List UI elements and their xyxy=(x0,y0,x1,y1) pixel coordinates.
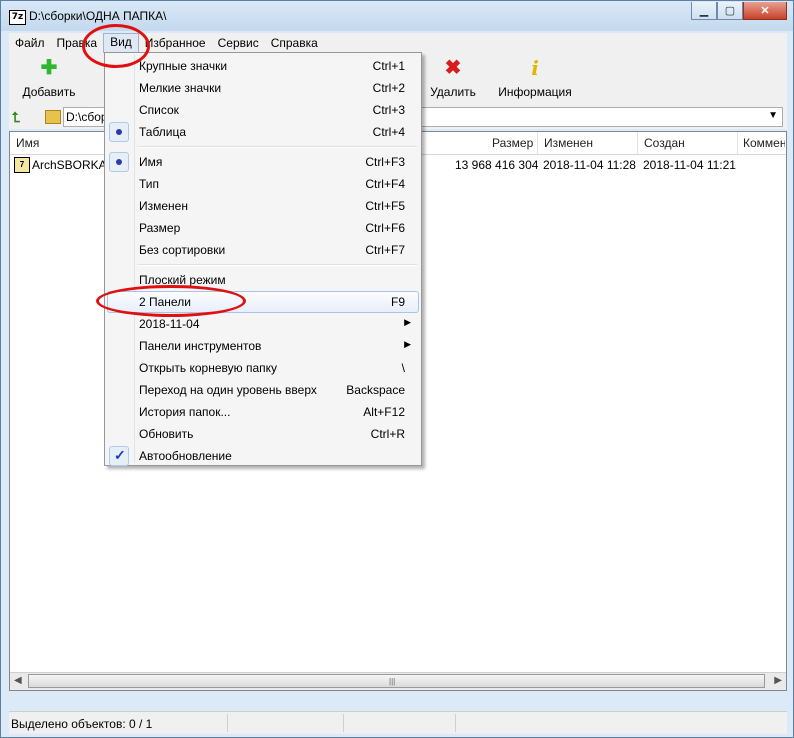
column-created[interactable]: Создан xyxy=(644,136,685,150)
submenu-arrow-icon: ▶ xyxy=(404,339,411,349)
menu-item-large-icons[interactable]: Крупные значки Ctrl+1 xyxy=(107,55,419,77)
add-label: Добавить xyxy=(22,85,76,99)
folder-icon xyxy=(45,110,61,124)
status-bar: Выделено объектов: 0 / 1 xyxy=(9,711,787,734)
window-title: D:\сборки\ОДНА ПАПКА\ xyxy=(29,9,167,23)
scroll-right-icon[interactable]: ▶ xyxy=(774,675,782,686)
grip-icon: ||| xyxy=(389,677,396,686)
checkmark-icon: ✓ xyxy=(109,446,129,466)
radio-selected-icon xyxy=(109,152,129,172)
maximize-button[interactable]: ▢ xyxy=(717,2,743,20)
info-label: Информация xyxy=(498,85,572,99)
app-7z-icon: 7z xyxy=(9,10,26,25)
close-button[interactable]: ✕ xyxy=(743,2,787,20)
highlight-ellipse-2-panels xyxy=(96,285,246,317)
info-icon: i xyxy=(531,56,539,80)
menu-item-up-one-level[interactable]: Переход на один уровень вверх Backspace xyxy=(107,379,419,401)
highlight-ellipse-view-menu xyxy=(82,24,150,68)
menu-item-sort-size[interactable]: Размер Ctrl+F6 xyxy=(107,217,419,239)
menu-item-open-root[interactable]: Открыть корневую папку \ xyxy=(107,357,419,379)
chevron-down-icon[interactable]: ▼ xyxy=(768,110,778,121)
column-comment[interactable]: Комментарий xyxy=(743,136,785,150)
menu-item-list[interactable]: Список Ctrl+3 xyxy=(107,99,419,121)
menu-separator xyxy=(137,146,417,148)
delete-button[interactable]: ✖ Удалить xyxy=(423,57,483,99)
menu-file[interactable]: Файл xyxy=(9,34,51,52)
arrow-up-icon[interactable]: ⮤ xyxy=(12,109,20,126)
delete-label: Удалить xyxy=(430,85,476,99)
menu-item-small-icons[interactable]: Мелкие значки Ctrl+2 xyxy=(107,77,419,99)
column-modified[interactable]: Изменен xyxy=(544,136,593,150)
submenu-arrow-icon: ▶ xyxy=(404,317,411,327)
x-icon: ✖ xyxy=(444,57,462,79)
add-button[interactable]: ✚ Добавить xyxy=(17,57,81,99)
menu-item-sort-name[interactable]: Имя Ctrl+F3 xyxy=(107,151,419,173)
column-size[interactable]: Размер xyxy=(492,136,533,150)
file-modified: 2018-11-04 11:28 xyxy=(543,158,636,172)
menu-item-details[interactable]: Таблица Ctrl+4 xyxy=(107,121,419,143)
file-created: 2018-11-04 11:21 xyxy=(643,158,736,172)
file-size: 13 968 416 304 xyxy=(455,158,539,172)
menu-item-sort-modified[interactable]: Изменен Ctrl+F5 xyxy=(107,195,419,217)
archive-file-icon: 7 xyxy=(14,157,30,173)
minimize-button[interactable]: ▁ xyxy=(691,2,717,20)
horizontal-scrollbar[interactable]: ◀ ||| ▶ xyxy=(10,672,786,690)
scrollbar-thumb[interactable]: ||| xyxy=(28,674,765,688)
column-name[interactable]: Имя xyxy=(16,136,39,150)
plus-icon: ✚ xyxy=(40,57,58,79)
menu-item-refresh[interactable]: Обновить Ctrl+R xyxy=(107,423,419,445)
menu-item-unsorted[interactable]: Без сортировки Ctrl+F7 xyxy=(107,239,419,261)
menu-item-sort-type[interactable]: Тип Ctrl+F4 xyxy=(107,173,419,195)
menu-help[interactable]: Справка xyxy=(265,34,324,52)
menu-item-auto-refresh[interactable]: ✓ Автообновление xyxy=(107,445,419,467)
info-button[interactable]: i Информация xyxy=(493,57,577,99)
radio-selected-icon xyxy=(109,122,129,142)
view-menu-dropdown: Крупные значки Ctrl+1 Мелкие значки Ctrl+2… xyxy=(104,52,422,466)
menu-tools[interactable]: Сервис xyxy=(212,34,265,52)
menu-item-toolbars[interactable]: Панели инструментов ▶ xyxy=(107,335,419,357)
menu-separator xyxy=(137,264,417,266)
scroll-left-icon[interactable]: ◀ xyxy=(14,675,22,686)
status-selected: Выделено объектов: 0 / 1 xyxy=(11,717,153,731)
menu-item-folder-history[interactable]: История папок... Alt+F12 xyxy=(107,401,419,423)
